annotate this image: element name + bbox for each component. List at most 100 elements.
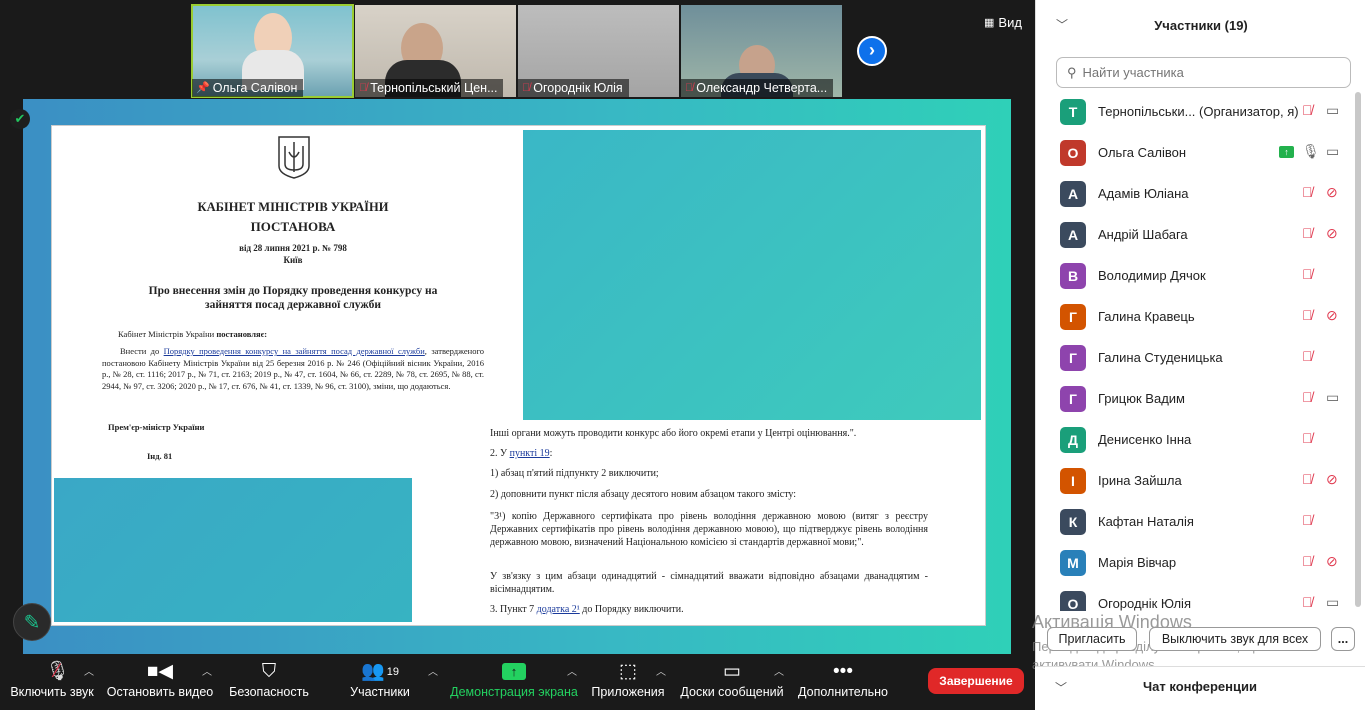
search-input[interactable] [1082,65,1333,80]
share-screen-icon: ↑ [450,655,578,685]
mic-muted-icon[interactable]: 🎙̸ [1302,307,1313,323]
thumbnail-caption: 🎙̸ Олександр Четверта... [681,79,834,97]
avatar: М [1060,550,1086,576]
meeting-stage: 📌 Ольга Салівон 🎙̸ Тернопільський Цен... 🎙… [0,0,1035,655]
mic-muted-icon[interactable]: 🎙̸ [1302,430,1313,446]
share-screen-button[interactable]: ↑ Демонстрация экрана [450,655,578,710]
video-camera-icon: ■◀ [146,661,174,682]
mic-muted-icon[interactable]: 🎙̸ [1302,348,1313,364]
camera-off-icon[interactable]: ⊘ [1326,307,1338,324]
doc-right-quote: "3¹) копію Державного сертифіката про рі… [490,511,928,548]
mic-muted-icon[interactable]: 🎙̸ [1302,184,1313,200]
mic-muted-icon[interactable]: 🎙̸ [1302,102,1313,118]
mic-muted-icon: 🎙̸ [359,82,368,94]
doc-signer: Прем'єр-міністр України [108,422,205,432]
participant-row[interactable]: Г Галина Студеницька 🎙̸ [1036,337,1354,378]
camera-off-icon[interactable]: ⊘ [1326,225,1338,242]
doc-right-line-6: У зв'язку з цим абзаци одинадцятий - сім… [490,571,928,595]
participant-row[interactable]: А Адамів Юліана 🎙̸ ⊘ [1036,173,1354,214]
zoom-window: 📌 Ольга Салівон 🎙̸ Тернопільський Цен... 🎙… [0,0,1365,710]
more-button[interactable]: ••• Дополнительно [796,655,890,710]
avatar: Г [1060,345,1086,371]
camera-icon[interactable]: ▭ [1326,143,1339,160]
search-icon: ⚲ [1067,64,1077,80]
audio-options-caret-icon[interactable]: ︿ [84,663,94,678]
doc-index: Інд. 81 [147,451,173,461]
participant-name: Огороднік Юлія [1098,596,1191,611]
participant-row[interactable]: Г Грицюк Вадим 🎙̸ ▭ [1036,378,1354,419]
participant-row[interactable]: І Ірина Зайшла 🎙̸ ⊘ [1036,460,1354,501]
participant-name: Грицюк Вадим [1098,391,1185,406]
doc-link-punkt-19[interactable]: пункті 19 [510,448,550,459]
whiteboard-icon: ▭ [723,661,741,682]
participant-row[interactable]: Г Галина Кравець 🎙̸ ⊘ [1036,296,1354,337]
mic-muted-icon[interactable]: 🎙̸ [1302,594,1313,610]
mic-muted-icon[interactable]: 🎙̸ [1302,512,1313,528]
participant-name: Галина Студеницька [1098,350,1223,365]
pin-icon: 📌 [196,82,210,94]
participant-name: Денисенко Інна [1098,432,1192,447]
mic-muted-icon[interactable]: 🎙̸ [1302,471,1313,487]
mic-icon[interactable]: 🎙 [1302,143,1320,160]
participant-list-scrollbar[interactable] [1355,92,1361,607]
participants-button[interactable]: 👥 19 Участники [342,655,418,710]
participant-row[interactable]: В Володимир Дячок 🎙̸ [1036,255,1354,296]
doc-link-poriadok[interactable]: Порядку проведення конкурсу на зайняття … [164,346,425,356]
apps-caret-icon[interactable]: ︿ [656,663,666,678]
participants-caret-icon[interactable]: ︿ [428,663,438,678]
doc-link-dodatok[interactable]: додатка 2¹ [537,604,580,615]
stop-video-button[interactable]: ■◀ Остановить видео [106,655,214,710]
camera-off-icon[interactable]: ⊘ [1326,184,1338,201]
encryption-shield-icon[interactable]: ✔ [10,109,30,129]
share-screen-label: Демонстрация экрана [450,685,578,699]
thumbnail-caption: 🎙̸ Огороднік Юлія [518,79,629,97]
video-thumbnail-3[interactable]: 🎙̸ Огороднік Юлія [518,5,679,97]
mic-muted-icon[interactable]: 🎙̸ [1302,225,1313,241]
unmute-label: Включить звук [10,685,94,699]
mute-all-button[interactable]: Выключить звук для всех [1149,627,1321,651]
participant-row[interactable]: О Ольга Салівон ↑ 🎙 ▭ [1036,132,1354,173]
whiteboards-button[interactable]: ▭ Доски сообщений [678,655,786,710]
chat-header[interactable]: ﹀ Чат конференции [1035,666,1365,710]
camera-icon[interactable]: ▭ [1326,389,1339,406]
video-thumbnail-2[interactable]: 🎙̸ Тернопільський Цен... [355,5,516,97]
participant-row[interactable]: К Кафтан Наталія 🎙̸ [1036,501,1354,542]
security-button[interactable]: ⛉ Безопасность [228,655,310,710]
trident-emblem-icon [278,136,310,179]
avatar: І [1060,468,1086,494]
doc-right-line-3: 1) абзац п'ятий підпункту 2 виключити; [490,468,659,479]
share-options-caret-icon[interactable]: ︿ [567,663,577,678]
participants-panel: ﹀ Участники (19) ⚲ TТернопільськи... (Ор… [1035,0,1365,710]
video-thumbnail-1[interactable]: 📌 Ольга Салівон [191,4,354,98]
mic-muted-icon: 🎙⁄ [45,661,70,682]
participant-row[interactable]: О Огороднік Юлія 🎙̸ ▭ [1036,583,1354,611]
meeting-toolbar: 🎙⁄ Включить звук ︿ ■◀ Остановить видео ︿ ⛉… [0,655,1035,710]
participant-row[interactable]: T Тернопільськи... (Организатор, я) 🎙̸ ▭ [1036,91,1354,132]
mic-muted-icon[interactable]: 🎙̸ [1302,266,1313,282]
annotate-pencil-icon[interactable]: ✎ [13,603,51,641]
invite-button[interactable]: Пригласить [1047,627,1137,651]
participant-row[interactable]: М Марія Вівчар 🎙̸ ⊘ [1036,542,1354,583]
whiteboards-caret-icon[interactable]: ︿ [774,663,784,678]
end-meeting-button[interactable]: Завершение [928,668,1024,694]
panel-more-button[interactable]: ... [1331,627,1355,651]
participant-row[interactable]: Д Денисенко Інна 🎙̸ [1036,419,1354,460]
video-options-caret-icon[interactable]: ︿ [202,663,212,678]
mic-muted-icon[interactable]: 🎙̸ [1302,553,1313,569]
camera-icon[interactable]: ▭ [1326,594,1339,611]
mic-muted-icon[interactable]: 🎙̸ [1302,389,1313,405]
avatar: К [1060,509,1086,535]
video-thumbnail-4[interactable]: 🎙̸ Олександр Четверта... [681,5,842,97]
participant-name: Андрій Шабага [1098,227,1188,242]
participant-search[interactable]: ⚲ [1056,57,1351,88]
mic-muted-icon: 🎙̸ [685,82,694,94]
participant-row[interactable]: А Андрій Шабага 🎙̸ ⊘ [1036,214,1354,255]
participant-name: Ольга Салівон [1098,145,1187,160]
next-page-button[interactable]: › [857,36,887,66]
camera-icon[interactable]: ▭ [1326,102,1339,119]
unmute-button[interactable]: 🎙⁄ Включить звук [8,655,96,710]
view-button[interactable]: ▦ Вид [984,15,1022,30]
camera-off-icon[interactable]: ⊘ [1326,471,1338,488]
camera-off-icon[interactable]: ⊘ [1326,553,1338,570]
participant-name: Ірина Зайшла [1098,473,1182,488]
